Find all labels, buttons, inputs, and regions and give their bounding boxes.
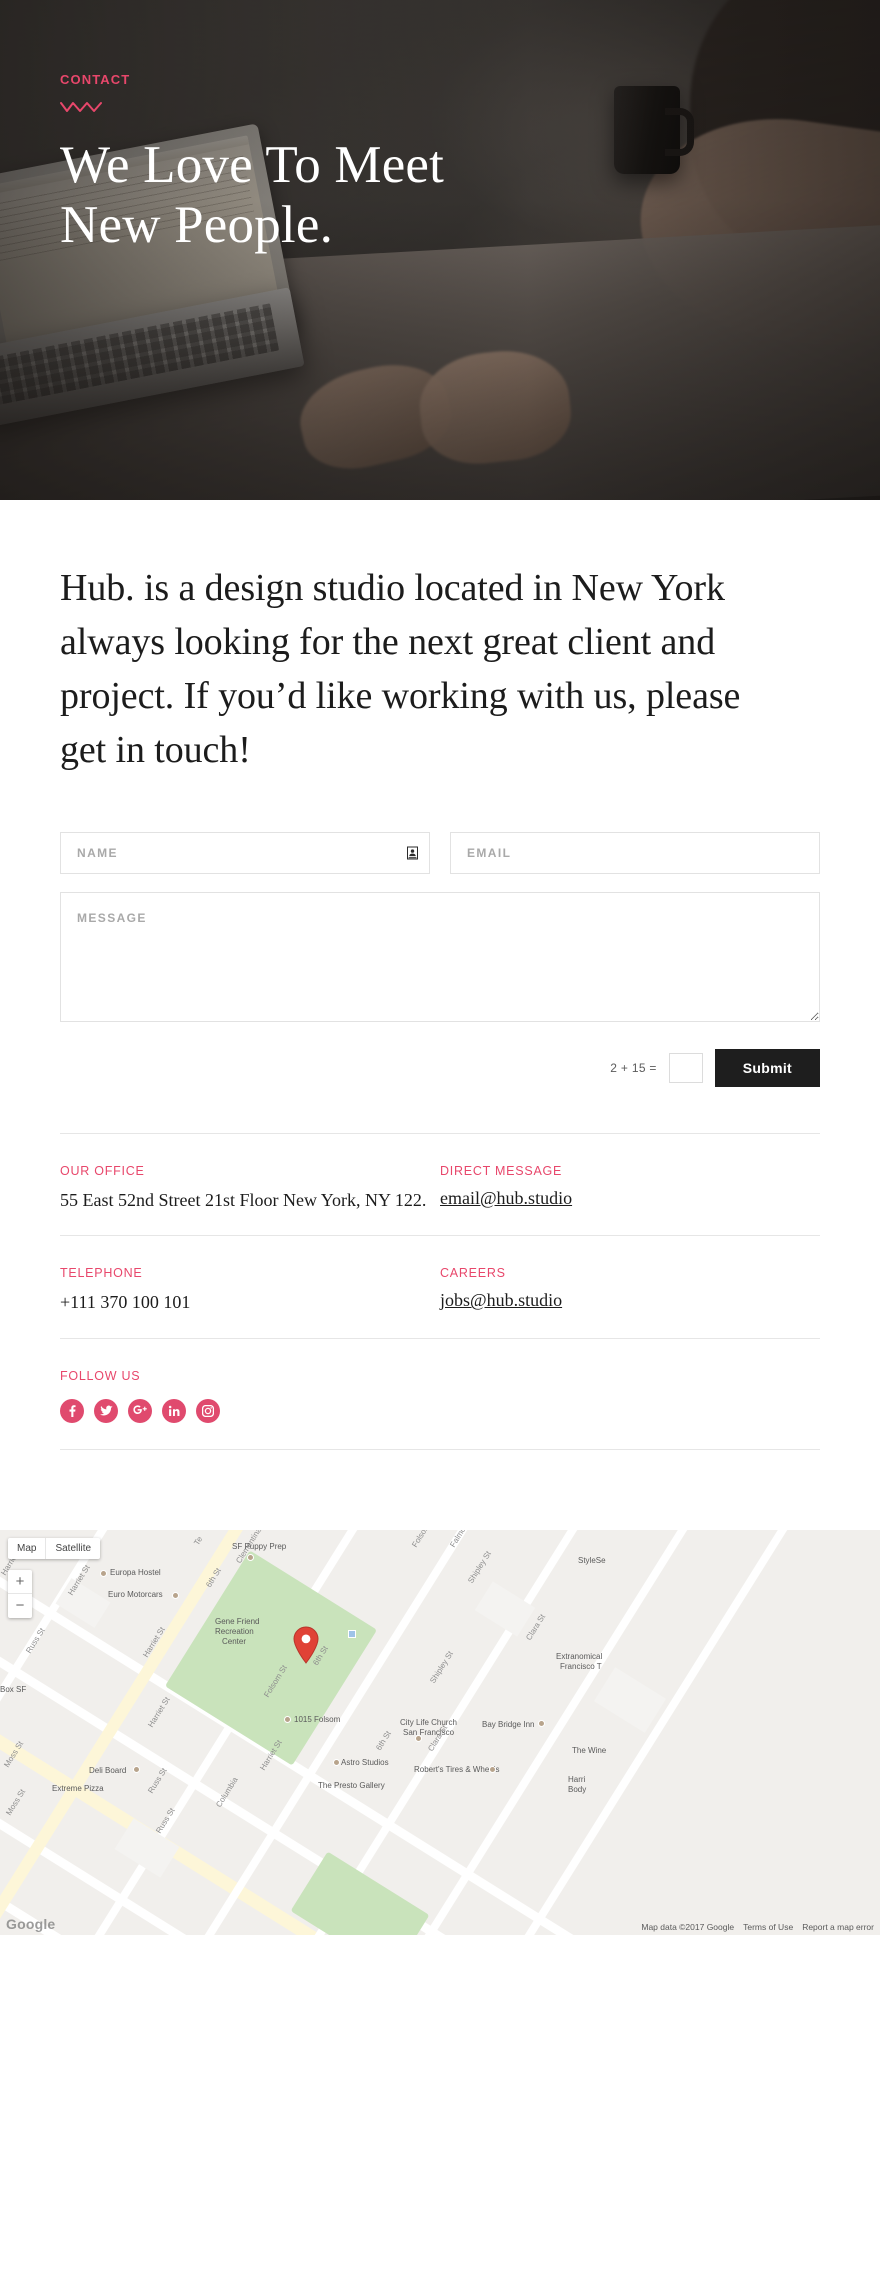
map-place-label: Harri bbox=[568, 1774, 586, 1784]
map-place-label: The Wine bbox=[572, 1745, 607, 1755]
map-place-label: Europa Hostel bbox=[110, 1567, 161, 1577]
map-place-label: The Presto Gallery bbox=[318, 1780, 385, 1790]
main-content: Hub. is a design studio located in New Y… bbox=[0, 500, 880, 1530]
map-terms-link[interactable]: Terms of Use bbox=[743, 1922, 793, 1932]
contact-form: 2 + 15 = Submit bbox=[60, 831, 820, 1087]
map-place-label: Robert's Tires & Wheels bbox=[414, 1764, 500, 1774]
map-type-map-button[interactable]: Map bbox=[8, 1537, 47, 1559]
map-attribution: Map data ©2017 Google bbox=[641, 1921, 735, 1932]
office-label: OUR OFFICE bbox=[60, 1163, 145, 1178]
map-place-dot bbox=[172, 1591, 179, 1599]
map-place-label: Center bbox=[222, 1636, 247, 1646]
map-location-marker[interactable] bbox=[292, 1626, 320, 1664]
map-footer: Map data ©2017 Google Terms of Use Repor… bbox=[641, 1922, 874, 1932]
map-place-label: Extranomical bbox=[556, 1651, 603, 1661]
map-type-satellite-button[interactable]: Satellite bbox=[46, 1538, 100, 1559]
location-map[interactable]: Harriet St Harriet St Harriet St Harriet St… bbox=[0, 1529, 880, 1935]
hero-title-line-1: We Love To Meet bbox=[60, 136, 445, 194]
info-col-careers: CAREERS jobs@hub.studio bbox=[440, 1266, 820, 1316]
map-place-label: San Francisco bbox=[403, 1727, 455, 1737]
map-place-label: Box SF bbox=[0, 1684, 27, 1694]
map-place-dot bbox=[489, 1765, 496, 1773]
facebook-icon[interactable] bbox=[60, 1398, 84, 1423]
map-place-dot bbox=[247, 1553, 254, 1561]
map-place-label: City Life Church bbox=[400, 1717, 457, 1727]
map-place-label: Deli Board bbox=[89, 1765, 127, 1775]
hero-content: CONTACT We Love To Meet New People. bbox=[0, 0, 880, 256]
google-logo: Google bbox=[6, 1915, 56, 1932]
telephone-label: TELEPHONE bbox=[60, 1266, 143, 1281]
info-col-telephone: TELEPHONE +111 370 100 101 bbox=[60, 1266, 440, 1316]
map-place-dot bbox=[333, 1758, 340, 1766]
google-plus-icon[interactable] bbox=[128, 1398, 152, 1423]
message-textarea[interactable] bbox=[60, 891, 820, 1022]
twitter-icon[interactable] bbox=[94, 1398, 118, 1423]
map-place-label: 1015 Folsom bbox=[294, 1714, 341, 1724]
map-place-label: Bay Bridge Inn bbox=[482, 1719, 535, 1729]
name-field-wrapper bbox=[60, 831, 430, 874]
form-row-name-email bbox=[60, 831, 820, 874]
hero-eyebrow: CONTACT bbox=[60, 72, 131, 87]
map-type-control[interactable]: Map Satellite bbox=[8, 1537, 101, 1559]
careers-label: CAREERS bbox=[440, 1266, 506, 1281]
map-zoom-in-button[interactable]: + bbox=[8, 1570, 32, 1594]
map-place-label: Recreation bbox=[215, 1626, 254, 1636]
office-address: 55 East 52nd Street 21st Floor New York,… bbox=[60, 1189, 427, 1210]
map-place-label: Body bbox=[568, 1784, 587, 1794]
map-place-label: Gene Friend bbox=[215, 1616, 260, 1626]
name-input[interactable] bbox=[60, 831, 430, 874]
page-title: We Love To Meet New People. bbox=[60, 135, 880, 256]
map-zoom-out-button[interactable]: − bbox=[8, 1594, 32, 1618]
info-col-office: OUR OFFICE 55 East 52nd Street 21st Floo… bbox=[60, 1164, 440, 1214]
linkedin-icon[interactable] bbox=[162, 1398, 186, 1423]
map-place-label: Extreme Pizza bbox=[52, 1783, 104, 1793]
map-place-label: StyleSe bbox=[578, 1555, 606, 1565]
email-input[interactable] bbox=[450, 831, 820, 874]
submit-button[interactable]: Submit bbox=[714, 1048, 820, 1087]
intro-paragraph: Hub. is a design studio located in New Y… bbox=[60, 567, 741, 771]
map-place-label: Francisco T bbox=[560, 1661, 602, 1671]
info-row-telephone-careers: TELEPHONE +111 370 100 101 CAREERS jobs@… bbox=[60, 1236, 820, 1338]
careers-email-link[interactable]: jobs@hub.studio bbox=[440, 1290, 562, 1311]
map-transit-icon bbox=[348, 1629, 356, 1638]
map-place-label: Astro Studios bbox=[341, 1757, 389, 1767]
contact-page: CONTACT We Love To Meet New People. Hub.… bbox=[0, 0, 880, 1935]
info-col-direct-message: DIRECT MESSAGE email@hub.studio bbox=[440, 1164, 820, 1214]
follow-us-section: FOLLOW US bbox=[60, 1339, 820, 1449]
map-report-error-link[interactable]: Report a map error bbox=[802, 1922, 874, 1932]
form-submit-row: 2 + 15 = Submit bbox=[60, 1048, 820, 1087]
map-place-dot bbox=[284, 1715, 291, 1723]
map-place-label: Euro Motorcars bbox=[108, 1589, 163, 1599]
map-zoom-control[interactable]: + − bbox=[8, 1569, 32, 1618]
hero-title-line-2: New People. bbox=[60, 196, 334, 255]
bottom-spacer bbox=[60, 1450, 820, 1530]
map-place-dot bbox=[133, 1765, 140, 1773]
info-row-office-message: OUR OFFICE 55 East 52nd Street 21st Floo… bbox=[60, 1134, 820, 1236]
map-place-label: SF Puppy Prep bbox=[232, 1541, 287, 1551]
map-place-dot bbox=[100, 1569, 107, 1577]
map-place-dot bbox=[538, 1719, 545, 1727]
telephone-number: +111 370 100 101 bbox=[60, 1292, 191, 1313]
captcha-question: 2 + 15 = bbox=[610, 1060, 657, 1075]
captcha-input[interactable] bbox=[668, 1052, 703, 1083]
follow-us-label: FOLLOW US bbox=[60, 1368, 141, 1383]
social-links bbox=[60, 1398, 820, 1423]
hero-section: CONTACT We Love To Meet New People. bbox=[0, 0, 880, 500]
direct-message-email-link[interactable]: email@hub.studio bbox=[440, 1188, 572, 1209]
direct-message-label: DIRECT MESSAGE bbox=[440, 1163, 563, 1178]
instagram-icon[interactable] bbox=[196, 1398, 220, 1423]
email-field-wrapper bbox=[450, 831, 820, 874]
zigzag-divider-icon bbox=[60, 102, 102, 112]
